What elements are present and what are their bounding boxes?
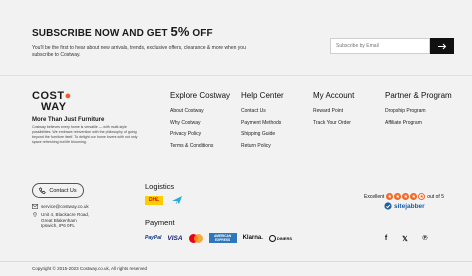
rating-label: Excellent (364, 193, 385, 200)
link-return-policy[interactable]: Return Policy (241, 143, 284, 149)
diners-logo: DINERS (268, 234, 292, 242)
address-line-2: Great Blakenham (41, 217, 77, 223)
column-heading: Explore Costway (170, 91, 231, 100)
footer-column-explore: Explore Costway About Costway Why Costwa… (170, 91, 230, 155)
star-icon: ★ (386, 193, 394, 200)
star-icon: ★ (394, 193, 402, 200)
brand-about-text: Costway believes every home is versatile… (32, 125, 138, 144)
facebook-icon[interactable]: f (381, 235, 391, 242)
payment-heading: Payment (145, 218, 175, 227)
payment-methods: PayPal VISA AMERICAN EXPRESS Klarna. DIN… (145, 233, 292, 243)
link-reward-point[interactable]: Reward Point (313, 109, 354, 114)
link-dropship-program[interactable]: Dropship Program (385, 109, 452, 114)
footer-column-help: Help Center Contact Us Payment Methods S… (241, 91, 284, 155)
pinterest-icon[interactable]: ℗ (420, 235, 430, 242)
link-contact-us[interactable]: Contact Us (241, 109, 284, 114)
phone-icon (39, 187, 47, 194)
link-payment-methods[interactable]: Payment Methods (241, 120, 284, 126)
contact-email[interactable]: service@costway.co.uk (32, 204, 89, 210)
subscribe-title: SUBSCRIBE NOW AND GET 5% OFF (32, 24, 213, 39)
subscribe-title-suffix: OFF (192, 28, 213, 39)
logistics-heading: Logistics (145, 182, 175, 191)
location-pin-icon (33, 212, 37, 217)
sitejabber-link[interactable]: sitejabber (384, 202, 425, 210)
link-affiliate-program[interactable]: Affiliate Program (385, 120, 452, 126)
footer-column-partner: Partner & Program Dropship Program Affil… (385, 91, 452, 132)
contact-us-button[interactable]: Contact Us (32, 183, 84, 198)
arrow-right-icon (437, 43, 446, 49)
subscribe-discount: 5% (170, 24, 190, 39)
contact-address: Unit 4, Blackacre Road, Great Blakenham … (32, 212, 89, 229)
visa-logo: VISA (167, 234, 183, 242)
link-why-costway[interactable]: Why Costway (170, 120, 230, 126)
copyright-notice: Copyright © 2015-2023 Costway.co.uk, All… (0, 261, 472, 276)
address-line-1: Unit 4, Blackacre Road, (41, 212, 90, 217)
sitejabber-icon (384, 202, 392, 210)
subscribe-section: SUBSCRIBE NOW AND GET 5% OFF You'll be t… (0, 0, 472, 76)
footer-column-account: My Account Reward Point Track Your Order (313, 91, 354, 132)
star-icon: ★ (410, 193, 418, 200)
rating-score-text: out of 5 (427, 193, 444, 200)
twitter-icon[interactable]: 𝕏 (400, 235, 410, 243)
dhl-logo: DHL (145, 195, 163, 205)
site-footer: COST● WAY More Than Just Furniture Costw… (0, 77, 472, 261)
plane-icon (172, 196, 182, 204)
link-about-costway[interactable]: About Costway (170, 109, 230, 114)
column-heading: My Account (313, 91, 355, 100)
link-privacy-policy[interactable]: Privacy Policy (170, 132, 230, 137)
rating-stars: ★ ★ ★ ★ ★ (386, 193, 426, 200)
paypal-logo: PayPal (145, 235, 162, 241)
column-heading: Partner & Program (385, 91, 452, 100)
logistics-carriers: DHL (145, 195, 183, 205)
mastercard-logo (188, 233, 203, 243)
column-heading: Help Center (241, 91, 284, 100)
link-shipping-guide[interactable]: Shipping Guide (241, 132, 284, 137)
rating-summary: Excellent ★ ★ ★ ★ ★ out of 5 (364, 193, 444, 200)
klarna-logo: Klarna. (242, 235, 263, 241)
costway-logo[interactable]: COST● WAY (32, 91, 72, 115)
subscribe-description: You'll be the first to hear about new ar… (32, 45, 246, 58)
subscribe-title-prefix: SUBSCRIBE NOW AND GET (32, 28, 168, 39)
star-empty-icon: ★ (418, 193, 426, 200)
star-icon: ★ (402, 193, 410, 200)
amex-logo: AMERICAN EXPRESS (208, 233, 237, 243)
link-terms-conditions[interactable]: Terms & Conditions (170, 143, 230, 149)
mail-icon (32, 204, 38, 209)
address-line-3: Ipswich, IP6 0FL (41, 223, 75, 228)
brand-tagline: More Than Just Furniture (32, 117, 105, 123)
subscribe-submit-button[interactable] (430, 38, 454, 54)
link-track-order[interactable]: Track Your Order (313, 120, 354, 126)
subscribe-email-input[interactable] (330, 38, 430, 54)
